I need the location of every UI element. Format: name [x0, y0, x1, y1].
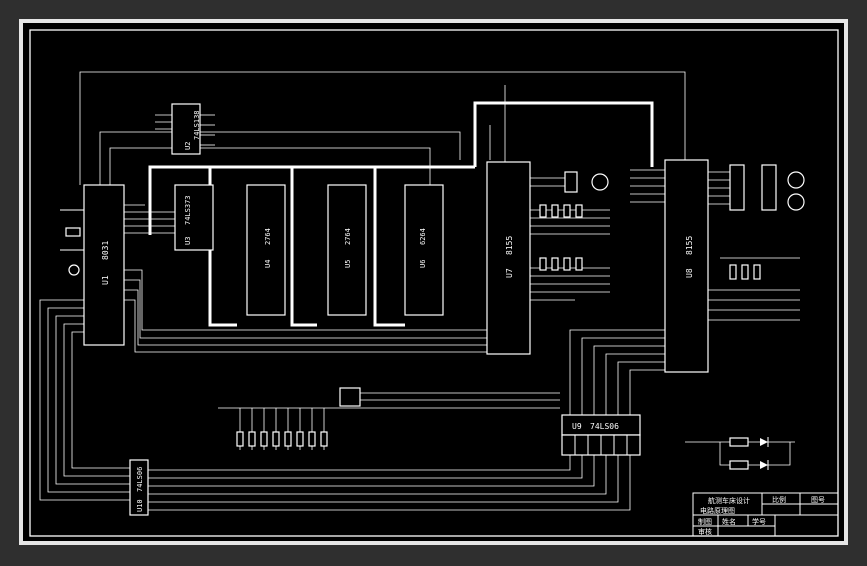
- chip-u9-ref: U9: [572, 422, 582, 431]
- student-id-label: 学号: [752, 517, 766, 526]
- chip-u9: U9 74LS06: [561, 414, 641, 456]
- chip-u6-part: 6264: [419, 228, 427, 245]
- chip-u6: U6 6264: [404, 184, 444, 316]
- name-label: 姓名: [722, 517, 736, 526]
- chip-u9-part: 74LS06: [590, 422, 619, 431]
- chip-u3-part: 74LS373: [184, 195, 192, 225]
- chip-u2-ref: U2: [184, 142, 192, 150]
- chip-u1-part: 8031: [101, 241, 110, 260]
- chip-u3: U3 74LS373: [174, 184, 214, 251]
- chip-u10-part: 74LS06: [136, 467, 144, 492]
- title-line2: 电路原理图: [700, 506, 735, 515]
- schematic-drawing: U1 8031 U2 74LS138 U3 74LS373 U4 2764 U5…: [0, 0, 867, 562]
- schematic-svg: U1 8031 U2 74LS138 U3 74LS373 U4 2764 U5…: [19, 19, 848, 545]
- drafted-label: 制图: [698, 517, 712, 526]
- chip-u4: U4 2764: [246, 184, 286, 316]
- chip-u7-part: 8155: [505, 236, 514, 255]
- chip-u5-ref: U5: [344, 260, 352, 268]
- chip-u3-ref: U3: [184, 237, 192, 245]
- chip-u6-ref: U6: [419, 260, 427, 268]
- chip-u4-ref: U4: [264, 260, 272, 268]
- chip-u2-part: 74LS138: [193, 110, 201, 140]
- title-line1: 航测车床设计: [708, 496, 750, 505]
- chip-u5-part: 2764: [344, 228, 352, 245]
- chip-u10: U10 74LS06: [129, 459, 149, 516]
- chip-u2: U2 74LS138: [171, 103, 201, 155]
- chip-u7-ref: U7: [505, 268, 514, 278]
- reviewed-label: 审核: [698, 527, 712, 536]
- chip-u1-ref: U1: [101, 275, 110, 285]
- chip-u8: U8 8155: [664, 159, 709, 373]
- chip-u8-ref: U8: [685, 268, 694, 278]
- chip-u8-part: 8155: [685, 236, 694, 255]
- chip-u4-part: 2764: [264, 228, 272, 245]
- chip-u1: U1 8031: [83, 184, 125, 346]
- chip-u5: U5 2764: [327, 184, 367, 316]
- drawing-no-label: 图号: [811, 496, 825, 504]
- chip-u10-ref: U10: [136, 499, 144, 512]
- chip-u7: U7 8155: [486, 161, 531, 355]
- scale-label: 比例: [772, 495, 786, 504]
